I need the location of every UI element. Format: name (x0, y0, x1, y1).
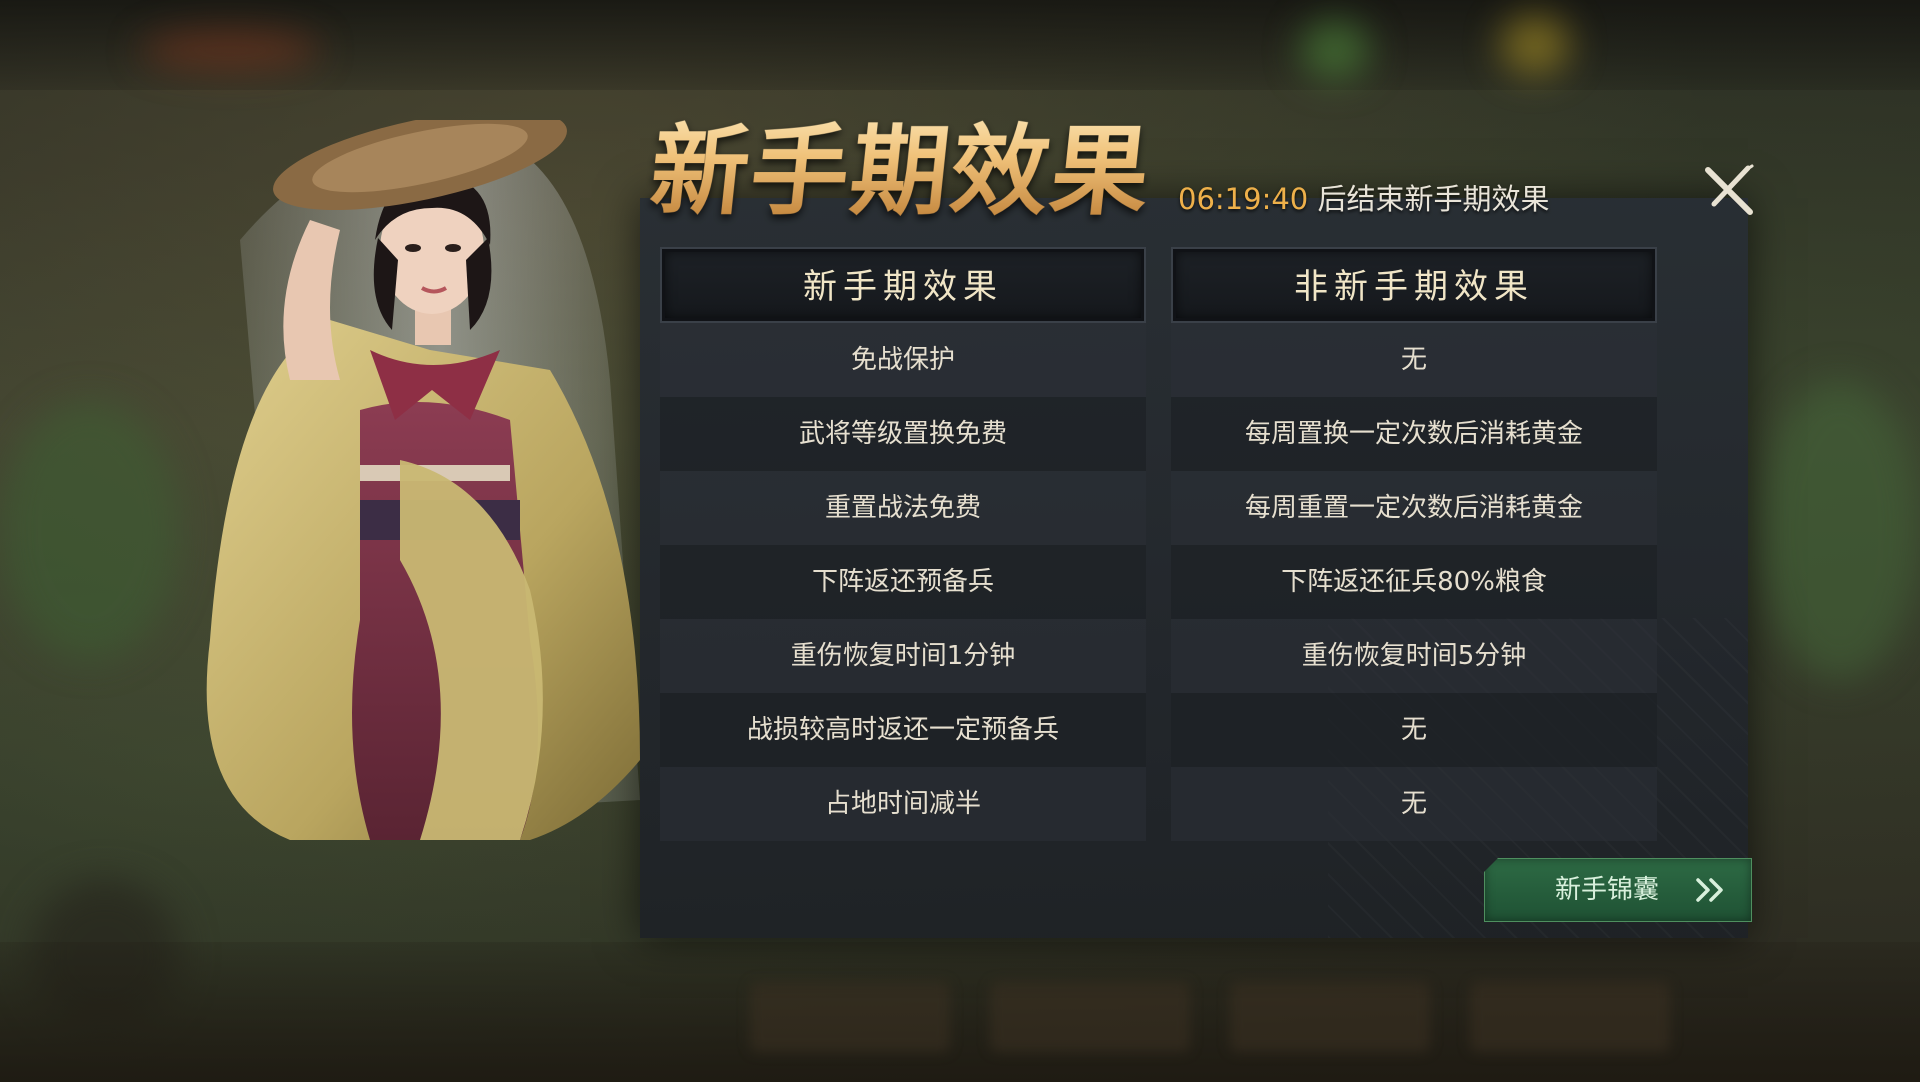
background-slot (1230, 982, 1430, 1052)
normal-effects-header: 非新手期效果 (1171, 247, 1657, 323)
newbie-effects-column: 新手期效果 免战保护 武将等级置换免费 重置战法免费 下阵返还预备兵 重伤恢复时… (660, 247, 1146, 841)
newbie-guide-label: 新手锦囊 (1555, 875, 1660, 905)
newbie-effect-row: 占地时间减半 (660, 767, 1146, 841)
dialog-title: 新手期效果 (645, 92, 1160, 234)
newbie-effect-row: 重置战法免费 (660, 471, 1146, 545)
newbie-guide-button[interactable]: 新手锦囊 (1484, 858, 1752, 922)
normal-effects-column: 非新手期效果 无 每周置换一定次数后消耗黄金 每周重置一定次数后消耗黄金 下阵返… (1171, 247, 1657, 841)
newbie-effect-row: 武将等级置换免费 (660, 397, 1146, 471)
normal-effect-row: 下阵返还征兵80%粮食 (1171, 545, 1657, 619)
normal-effect-row: 无 (1171, 767, 1657, 841)
newbie-effect-row: 重伤恢复时间1分钟 (660, 619, 1146, 693)
background-blob (1760, 380, 1920, 680)
close-button[interactable] (1700, 164, 1756, 220)
background-blob (1300, 20, 1370, 80)
double-chevron-right-icon (1696, 878, 1723, 902)
normal-effect-row: 无 (1171, 693, 1657, 767)
close-icon (1705, 164, 1754, 215)
normal-effect-row: 重伤恢复时间5分钟 (1171, 619, 1657, 693)
background-slot (990, 982, 1190, 1052)
newbie-effect-row: 战损较高时返还一定预备兵 (660, 693, 1146, 767)
background-slot (750, 982, 950, 1052)
background-blob (0, 400, 180, 660)
countdown-timer: 06:19:40 (1178, 182, 1309, 216)
background-blob (140, 30, 320, 70)
newbie-timer-line: 06:19:40 后结束新手期效果 (1178, 176, 1549, 218)
normal-effect-row: 无 (1171, 323, 1657, 397)
background-blob (1500, 15, 1570, 75)
normal-effect-row: 每周置换一定次数后消耗黄金 (1171, 397, 1657, 471)
timer-suffix-text: 后结束新手期效果 (1317, 182, 1550, 216)
game-screen: 新手期效果 06:19:40 后结束新手期效果 新手期效果 免战保护 武将等级置… (0, 0, 1920, 1082)
character-portrait (206, 120, 640, 840)
newbie-effect-row: 免战保护 (660, 323, 1146, 397)
newbie-effects-header: 新手期效果 (660, 247, 1146, 323)
background-slot (1470, 982, 1670, 1052)
normal-effect-row: 每周重置一定次数后消耗黄金 (1171, 471, 1657, 545)
newbie-effect-row: 下阵返还预备兵 (660, 545, 1146, 619)
